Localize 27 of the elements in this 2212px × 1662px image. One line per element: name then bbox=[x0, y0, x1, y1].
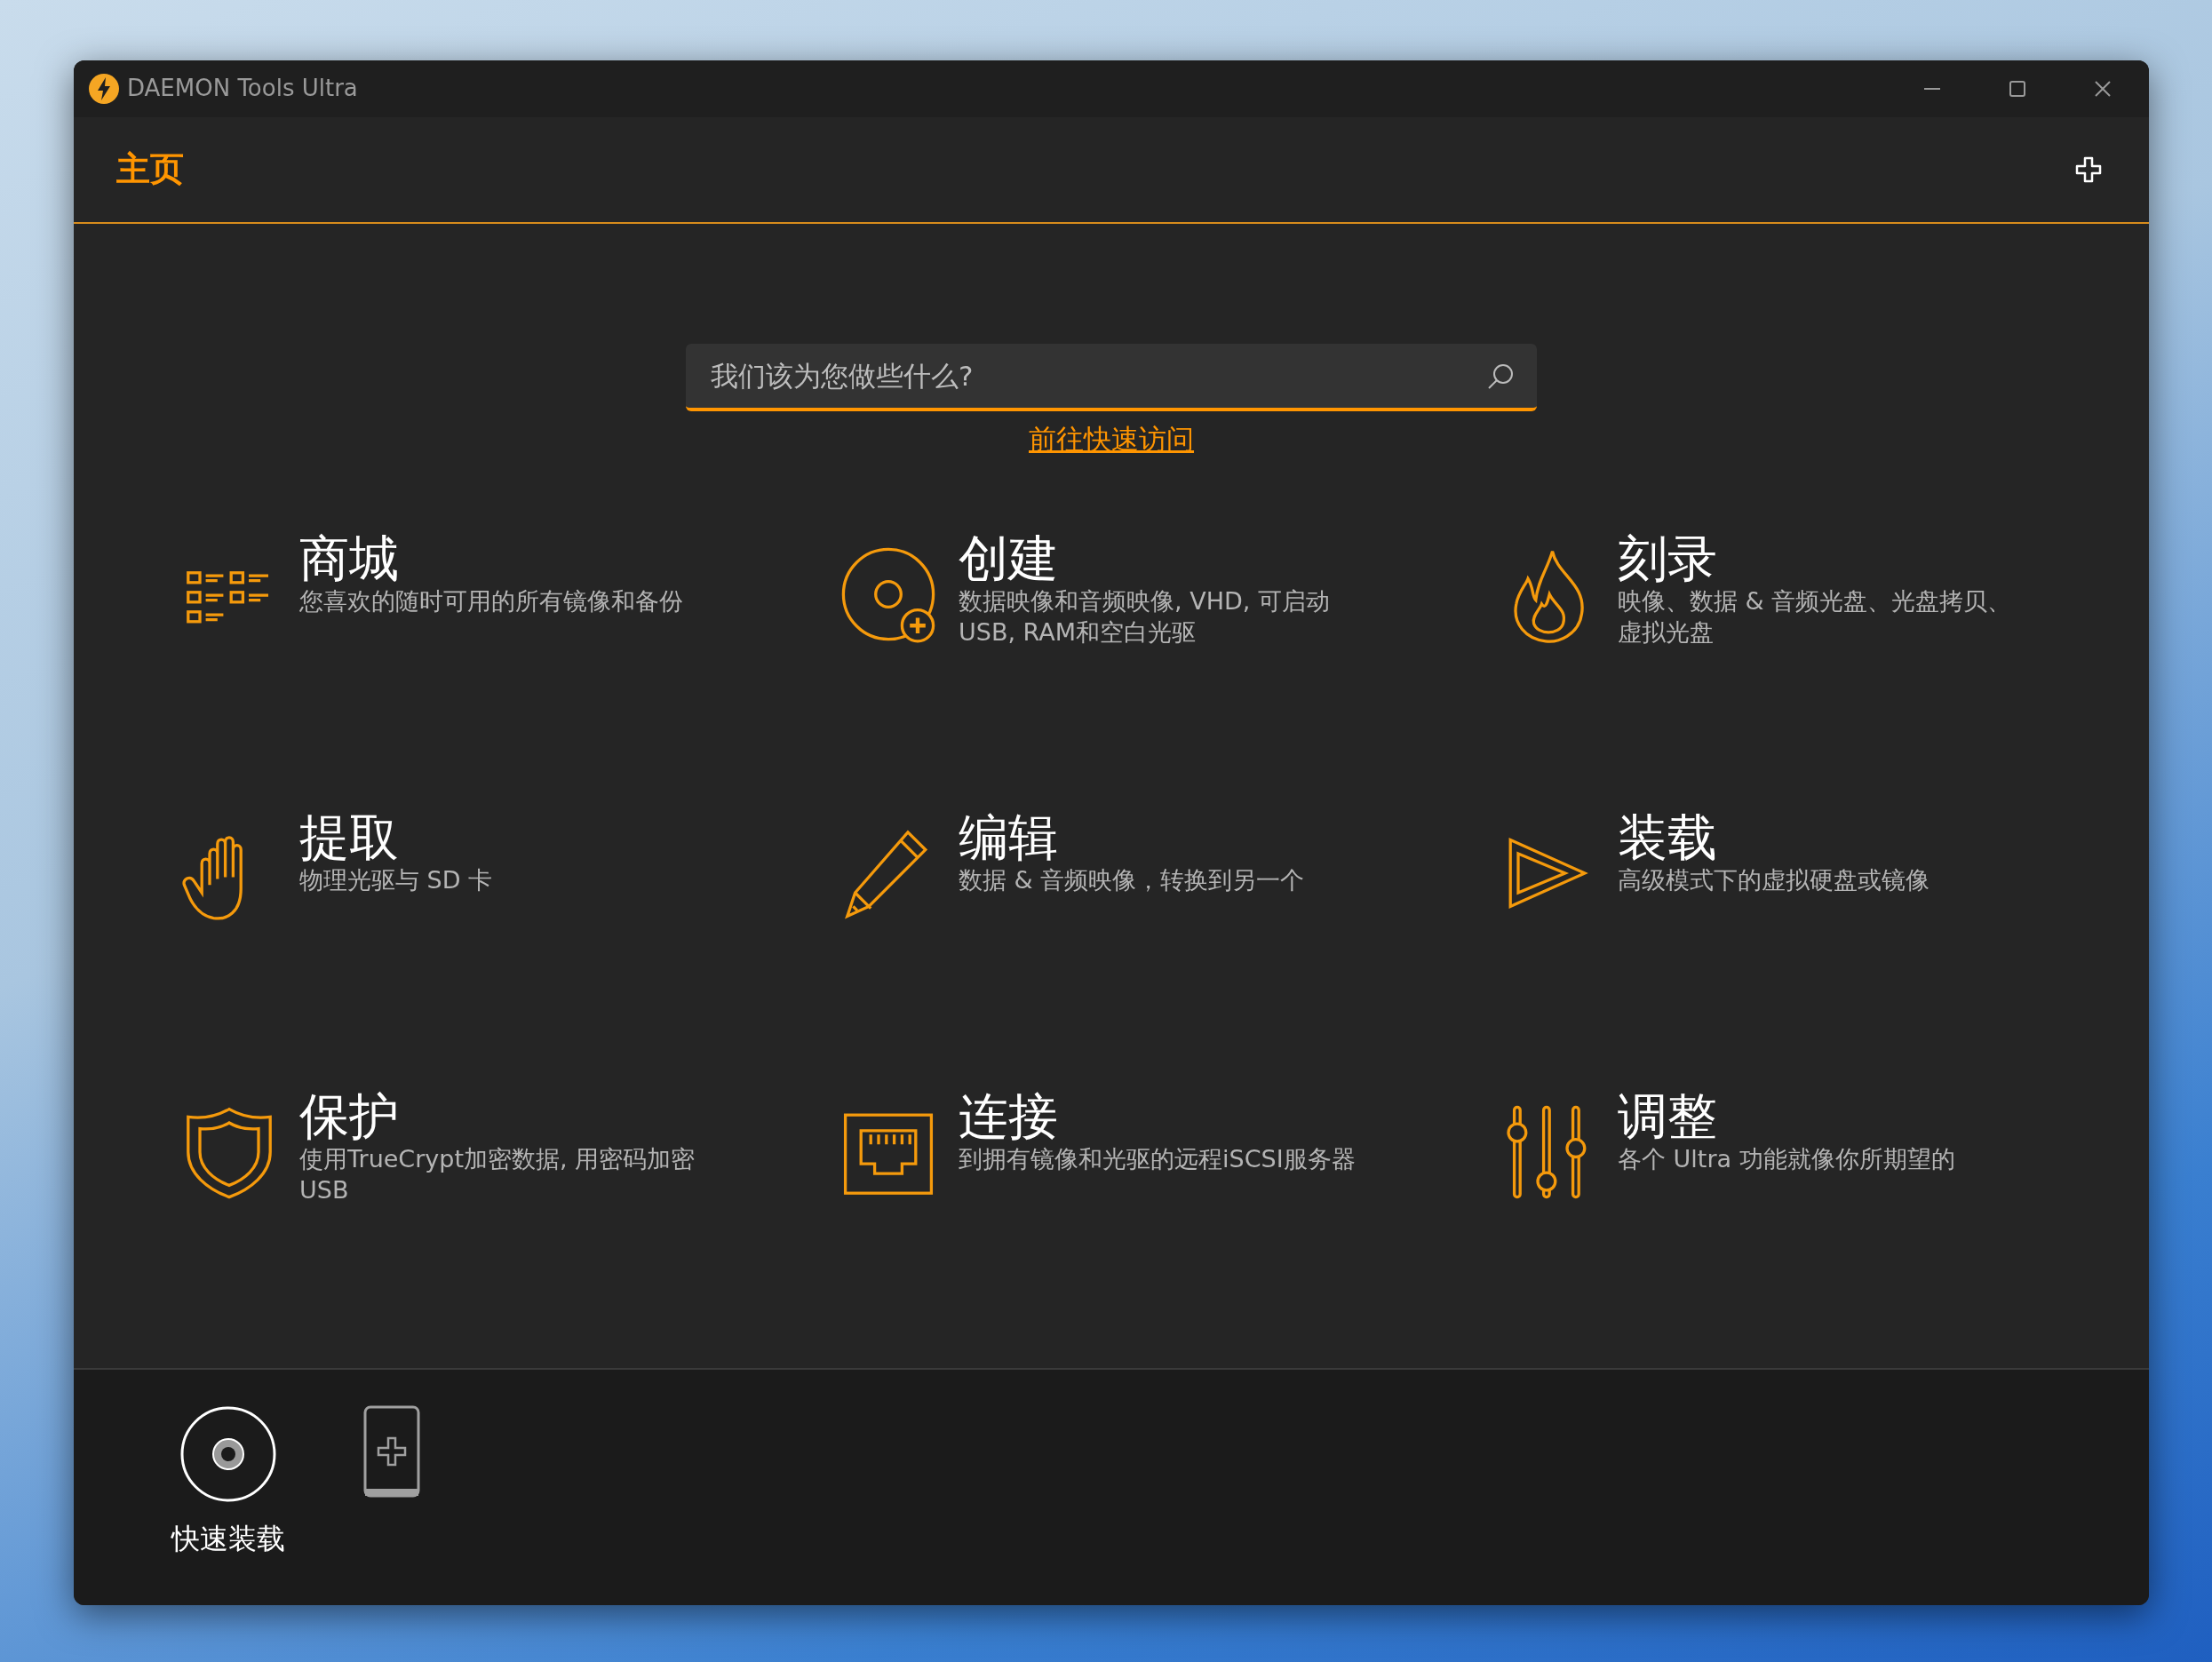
search-field[interactable]: 我们该为您做些什么? bbox=[686, 344, 1537, 412]
window-title: DAEMON Tools Ultra bbox=[127, 74, 358, 104]
tile-title[interactable]: 保护 bbox=[299, 1088, 717, 1144]
quick-access-link[interactable]: 前往快速访问 bbox=[1029, 418, 1194, 460]
tile-title[interactable]: 装载 bbox=[1618, 809, 1930, 865]
tile-title[interactable]: 调整 bbox=[1618, 1088, 1955, 1144]
tile-title[interactable]: 商城 bbox=[299, 530, 683, 586]
tile-description: 映像、数据 & 音频光盘、光盘拷贝、虚拟光盘 bbox=[1618, 586, 2013, 648]
tile-description: 数据映像和音频映像, VHD, 可启动USB, RAM和空白光驱 bbox=[959, 586, 1331, 648]
tile-description: 物理光驱与 SD 卡 bbox=[299, 865, 493, 896]
tile-description: 使用TrueCrypt加密数据, 用密码加密USB bbox=[299, 1144, 696, 1206]
plus-icon[interactable] bbox=[2074, 155, 2103, 184]
tile-description: 高级模式下的虚拟硬盘或镜像 bbox=[1618, 865, 1930, 896]
tile-title[interactable]: 创建 bbox=[959, 530, 1376, 586]
tile-description: 到拥有镜像和光驱的远程iSCSI服务器 bbox=[959, 1144, 1356, 1175]
tile-description: 数据 & 音频映像，转换到另一个 bbox=[959, 865, 1305, 896]
disc-icon[interactable] bbox=[179, 1404, 277, 1503]
add-device-icon[interactable] bbox=[363, 1404, 420, 1498]
lightning-logo-icon bbox=[88, 72, 120, 105]
tile-title[interactable]: 连接 bbox=[959, 1088, 1356, 1144]
tile-title[interactable]: 编辑 bbox=[959, 809, 1305, 865]
tile-description: 您喜欢的随时可用的所有镜像和备份 bbox=[299, 586, 683, 617]
quick-mount-label[interactable]: 快速装载 bbox=[171, 1516, 285, 1560]
tile-title[interactable]: 刻录 bbox=[1618, 530, 2035, 586]
page-title: 主页 bbox=[116, 148, 184, 191]
tile-description: 各个 Ultra 功能就像你所期望的 bbox=[1618, 1144, 1955, 1175]
tile-title[interactable]: 提取 bbox=[299, 809, 493, 865]
